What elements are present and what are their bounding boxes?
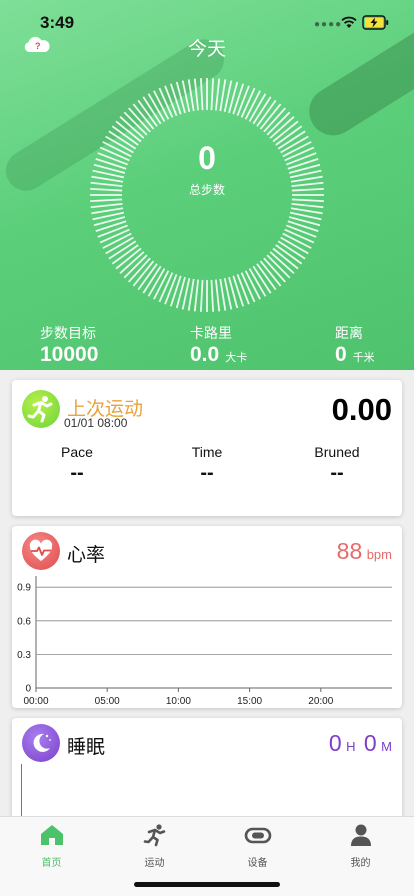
battery-charging-icon (362, 15, 389, 30)
y-tick-label: 0.6 (17, 616, 31, 627)
heart-rate-card[interactable]: 心率 88 bpm 0 0.3 0.6 0.9 00:00 05:00 10:00 15:00… (12, 526, 402, 708)
ring-tick (97, 224, 128, 238)
ring-tick (214, 78, 221, 111)
heart-rate-title: 心率 (67, 545, 106, 566)
moon-icon (22, 724, 60, 762)
person-icon (350, 824, 371, 846)
x-tick-label: 20:00 (308, 696, 333, 707)
burned-metric: Bruned -- (272, 444, 402, 485)
calories-value: 0.0 (190, 343, 220, 366)
home-icon (40, 825, 63, 845)
calories-unit: 大卡 (225, 352, 248, 364)
ring-tick (193, 279, 200, 312)
tab-profile[interactable]: 我的 (309, 823, 412, 869)
page-title: 今天 (187, 39, 226, 60)
y-tick-label: 0.9 (17, 583, 31, 594)
burned-value: -- (330, 462, 344, 484)
ring-tick (236, 85, 250, 116)
heart-rate-value: 88 (336, 538, 363, 564)
last-workout-card[interactable]: 上次运动 01/01 08:00 0.00 Pace -- Time -- Br… (12, 380, 402, 516)
ring-tick (286, 224, 317, 238)
ring-tick (214, 279, 221, 312)
heart-rate-unit: bpm (366, 547, 392, 562)
calories-label: 卡路里 (190, 325, 232, 341)
total-steps-label: 总步数 (188, 183, 225, 197)
y-tick-label: 0.3 (17, 650, 31, 661)
heart-rate-reading: 88 bpm (337, 538, 392, 565)
pace-label: Pace (61, 444, 93, 460)
sleep-duration: 0 H 0 M (329, 730, 392, 757)
pace-value: -- (70, 462, 84, 484)
sleep-title: 睡眠 (67, 737, 106, 758)
tab-device[interactable]: 设备 (206, 823, 309, 869)
ring-tick (291, 198, 324, 203)
ring-tick (90, 202, 123, 209)
home-indicator (134, 882, 280, 887)
ring-tick (219, 79, 227, 112)
ring-tick (164, 85, 178, 116)
tab-profile-label: 我的 (350, 858, 371, 869)
x-tick-label: 15:00 (237, 696, 262, 707)
today-summary: 3:49 ●●●● ? 今天 0 总步数 步数目标 10000 卡路里 0.0 大… (0, 0, 414, 370)
ring-tick (187, 278, 195, 311)
heart-icon (22, 532, 60, 570)
last-workout-date: 01/01 08:00 (64, 416, 128, 430)
time-label: Time (191, 444, 223, 460)
running-icon (22, 390, 60, 428)
ring-tick (91, 207, 124, 215)
ring-tick (291, 202, 324, 209)
ring-tick (199, 78, 204, 111)
burned-label: Bruned (314, 444, 360, 460)
total-steps-value: 0 (198, 140, 216, 176)
sleep-card[interactable]: 睡眠 0 H 0 M (12, 718, 402, 828)
ring-tick (199, 279, 204, 312)
signal-icon: ●●●● (314, 19, 343, 30)
tab-device-label: 设备 (247, 858, 268, 869)
y-tick-label: 0 (25, 684, 31, 695)
calories-stat: 卡路里 0.0 大卡 (190, 323, 247, 367)
ring-tick (219, 278, 227, 311)
status-time: 3:49 (40, 13, 75, 32)
time-value: -- (200, 462, 214, 484)
tab-home-label: 首页 (41, 858, 62, 869)
x-tick-label: 10:00 (166, 696, 191, 707)
x-tick-label: 05:00 (95, 696, 120, 707)
tab-workout-label: 运动 (144, 858, 165, 869)
running-icon (143, 824, 165, 847)
step-goal-label: 步数目标 (40, 325, 96, 341)
ring-tick (210, 78, 215, 111)
heart-rate-chart: 0 0.3 0.6 0.9 00:00 05:00 10:00 15:00 20:00 (17, 576, 392, 707)
pace-metric: Pace -- (12, 444, 142, 485)
step-goal-stat: 步数目标 10000 (40, 323, 98, 367)
distance-label: 距离 (335, 325, 363, 341)
band-icon (244, 827, 271, 844)
ring-tick (236, 274, 250, 305)
last-workout-total: 0.00 (331, 392, 392, 427)
ring-tick (193, 78, 200, 111)
sleep-minutes-value: 0 (363, 730, 377, 756)
sleep-minutes-unit: M (381, 739, 392, 754)
ring-tick (290, 207, 323, 215)
wifi-icon (341, 16, 357, 28)
x-tick-label: 00:00 (23, 696, 48, 707)
distance-value: 0 (335, 343, 347, 366)
sleep-hours-unit: H (346, 739, 356, 754)
step-goal-value: 10000 (40, 343, 99, 366)
ring-tick (210, 279, 215, 312)
ring-tick (90, 198, 123, 203)
distance-unit: 千米 (352, 352, 375, 364)
sleep-hours-value: 0 (328, 730, 342, 756)
distance-stat: 距离 0 千米 (335, 323, 375, 367)
ring-tick (187, 79, 195, 112)
ring-tick (164, 274, 178, 305)
tab-home[interactable]: 首页 (0, 823, 103, 869)
time-metric: Time -- (142, 444, 272, 485)
tab-workout[interactable]: 运动 (103, 823, 206, 869)
